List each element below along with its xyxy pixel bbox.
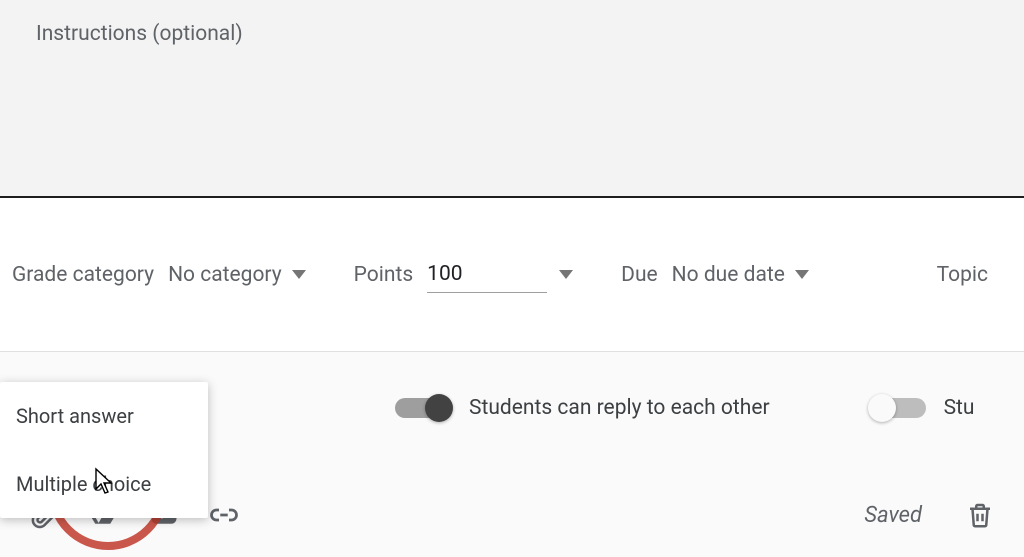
students-reply-toggle[interactable]	[395, 398, 451, 418]
toggle-knob	[425, 394, 453, 422]
instructions-placeholder: Instructions (optional)	[36, 22, 988, 46]
points-group: Points	[354, 256, 574, 293]
due-date-dropdown[interactable]: No due date	[672, 263, 809, 287]
due-group: Due No due date	[621, 263, 809, 287]
points-label: Points	[354, 263, 414, 287]
topic-group: Topic	[937, 263, 988, 287]
due-label: Due	[621, 263, 658, 287]
chevron-down-icon[interactable]	[559, 270, 573, 279]
saved-status: Saved	[864, 503, 922, 528]
students-reply-label: Students can reply to each other	[469, 396, 770, 420]
chevron-down-icon	[292, 270, 306, 279]
instructions-field[interactable]: Instructions (optional)	[0, 0, 1024, 198]
question-type-menu: Short answer Multiple choice	[0, 382, 208, 518]
second-toggle-label: Stu	[944, 396, 975, 420]
toggle-knob	[868, 394, 896, 422]
topic-label: Topic	[937, 263, 988, 287]
students-reply-toggle-group: Students can reply to each other	[395, 396, 770, 420]
grade-category-label: Grade category	[12, 263, 154, 287]
second-toggle-group: Stu	[870, 396, 975, 420]
menu-item-short-answer[interactable]: Short answer	[0, 382, 208, 450]
second-toggle[interactable]	[870, 398, 926, 418]
assignment-meta-row: Grade category No category Points Due No…	[0, 198, 1024, 352]
grade-category-group: Grade category No category	[12, 263, 306, 287]
grade-category-value: No category	[168, 263, 282, 287]
delete-icon[interactable]	[950, 493, 1010, 537]
grade-category-dropdown[interactable]: No category	[168, 263, 306, 287]
chevron-down-icon	[795, 270, 809, 279]
menu-item-multiple-choice[interactable]: Multiple choice	[0, 450, 208, 518]
due-date-value: No due date	[672, 263, 785, 287]
points-input[interactable]	[427, 256, 547, 293]
